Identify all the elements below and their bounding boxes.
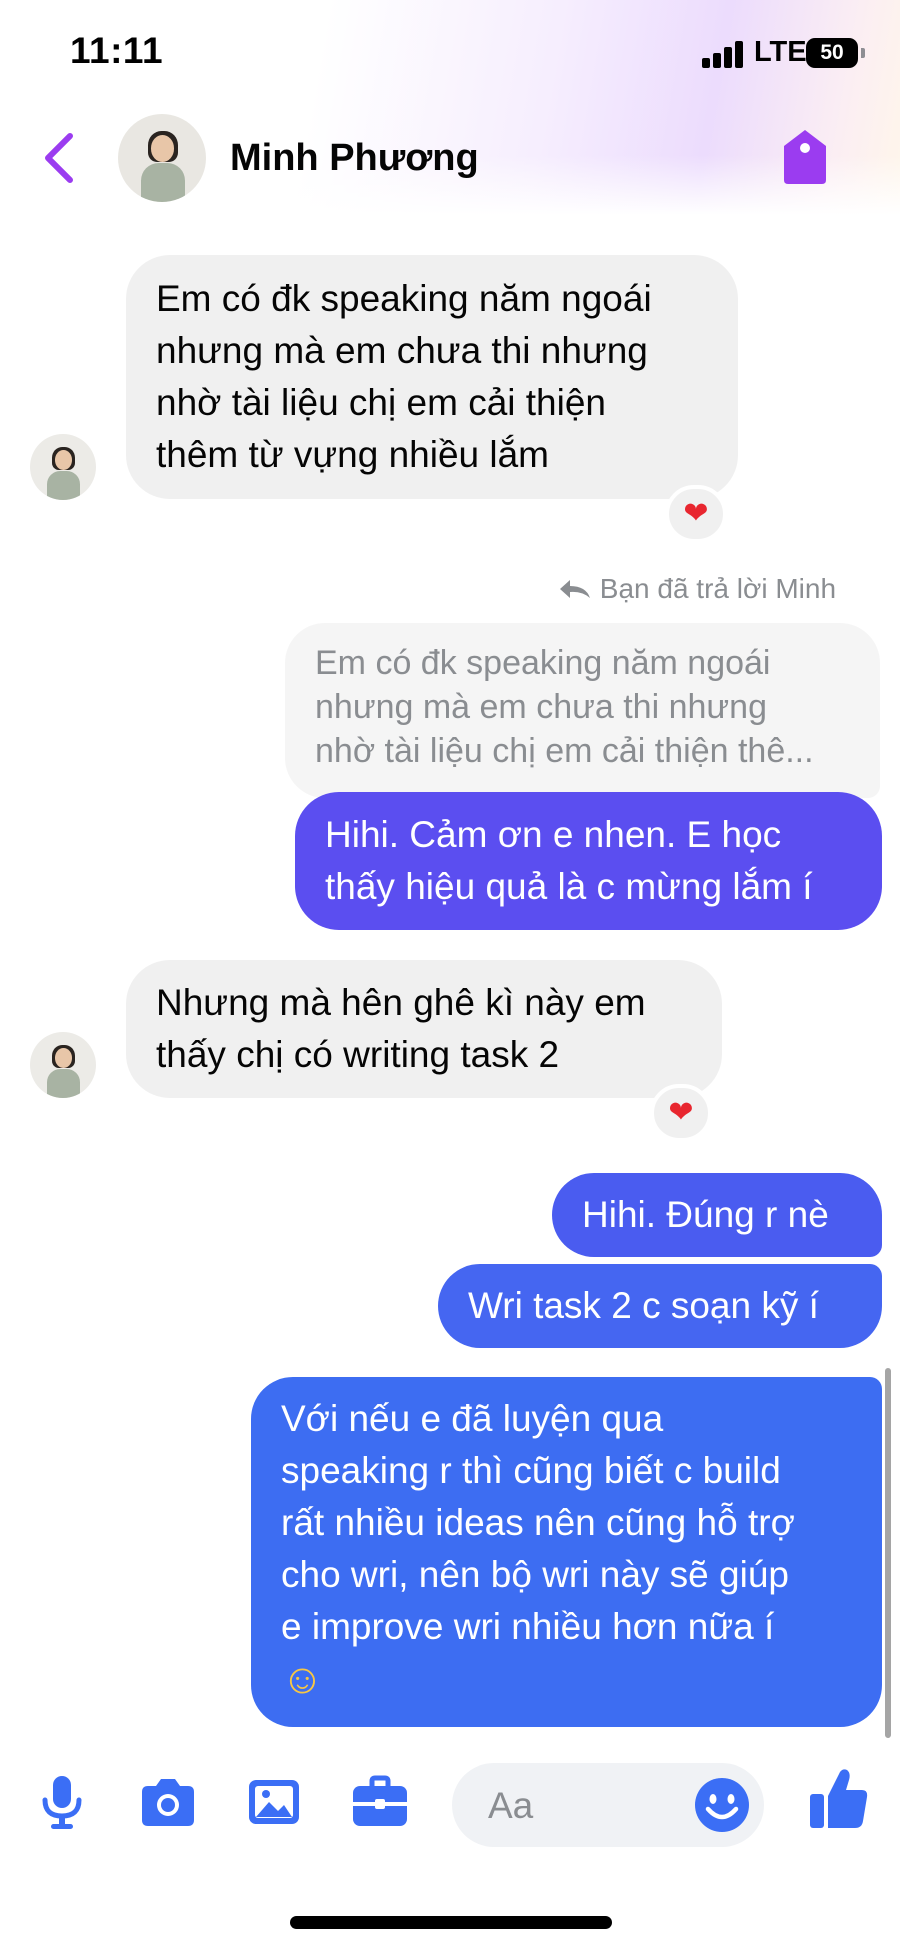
message-line: cho wri, nên bộ wri này sẽ giúp — [281, 1554, 789, 1595]
quoted-line: nhưng mà em chưa thi nhưng — [315, 688, 767, 726]
message-line: thấy hiệu quả là c mừng lắm í — [325, 866, 813, 907]
outgoing-message[interactable]: Wri task 2 c soạn kỹ í — [438, 1264, 882, 1348]
gallery-button[interactable] — [244, 1772, 304, 1832]
quoted-line: Em có đk speaking năm ngoái — [315, 644, 771, 682]
camera-button[interactable] — [138, 1772, 198, 1832]
message-line: thấy chị có writing task 2 — [156, 1034, 560, 1075]
microphone-icon — [42, 1776, 82, 1829]
incoming-message[interactable]: Nhưng mà hên ghê kì này em thấy chị có w… — [126, 960, 722, 1098]
message-line: rất nhiều ideas nên cũng hỗ trợ — [281, 1502, 795, 1543]
outgoing-message[interactable]: Hihi. Đúng r nè — [552, 1173, 882, 1257]
battery-icon: 50 — [806, 38, 865, 68]
sender-avatar[interactable] — [30, 1032, 96, 1098]
message-line: nhờ tài liệu chị em cải thiện — [156, 382, 606, 423]
heart-reaction[interactable]: ❤ — [650, 1084, 712, 1142]
message-line: Hihi. Cảm ơn e nhen. E học — [325, 814, 782, 855]
reply-note-text: Bạn đã trả lời Minh — [599, 573, 837, 604]
camera-icon — [142, 1779, 194, 1826]
message-line: Nhưng mà hên ghê kì này em — [156, 982, 646, 1023]
status-time: 11:11 — [70, 30, 164, 71]
message-line: Với nếu e đã luyện qua — [281, 1398, 664, 1439]
emoji-line: ☺ — [281, 1655, 324, 1702]
back-button[interactable] — [30, 124, 90, 192]
message-line: e improve wri nhiều hơn nữa í — [281, 1606, 775, 1647]
microphone-button[interactable] — [32, 1772, 92, 1832]
signal-icon — [702, 40, 746, 68]
outgoing-message[interactable]: Hihi. Cảm ơn e nhen. E học thấy hiệu quả… — [295, 792, 882, 930]
battery-level: 50 — [820, 41, 844, 64]
network-label: LTE — [754, 36, 807, 68]
message-input[interactable]: Aa — [452, 1763, 764, 1847]
message-line: speaking r thì cũng biết c build — [281, 1450, 781, 1491]
message-input-placeholder: Aa — [488, 1785, 534, 1826]
message-line: Wri task 2 c soạn kỹ í — [468, 1285, 819, 1326]
quoted-line: nhờ tài liệu chị em cải thiện thê... — [315, 732, 814, 770]
incoming-message[interactable]: Em có đk speaking năm ngoái nhưng mà em … — [126, 255, 738, 499]
outgoing-message[interactable]: Với nếu e đã luyện qua speaking r thì cũ… — [251, 1377, 882, 1727]
message-line: thêm từ vựng nhiều lắm — [156, 434, 549, 475]
messenger-chat-screen: 11:11 LTE 50 Minh Phương Em có đk speaki… — [0, 0, 900, 1949]
like-button[interactable] — [808, 1766, 870, 1832]
message-line: nhưng mà em chưa thi nhưng — [156, 330, 648, 371]
message-line: Hihi. Đúng r nè — [582, 1194, 829, 1235]
back-chevron-icon — [45, 133, 73, 183]
quoted-message[interactable]: Em có đk speaking năm ngoái nhưng mà em … — [285, 623, 880, 798]
contact-avatar[interactable] — [118, 114, 206, 202]
heart-reaction[interactable]: ❤ — [665, 485, 727, 543]
emoji-icon — [695, 1778, 749, 1832]
emoji-button[interactable] — [692, 1775, 752, 1835]
reply-note: Bạn đã trả lời Minh — [558, 573, 836, 605]
heart-icon: ❤ — [683, 497, 709, 530]
heart-icon: ❤ — [668, 1096, 694, 1129]
message-line: Em có đk speaking năm ngoái — [156, 278, 652, 319]
thumbs-up-icon — [810, 1769, 868, 1828]
tag-icon — [784, 130, 826, 184]
briefcase-icon — [353, 1775, 407, 1826]
tag-button[interactable] — [778, 128, 832, 186]
home-indicator[interactable] — [290, 1916, 612, 1929]
scrollbar[interactable] — [885, 1368, 891, 1738]
briefcase-button[interactable] — [350, 1772, 410, 1832]
reply-arrow-icon — [560, 580, 590, 598]
sender-avatar[interactable] — [30, 434, 96, 500]
contact-name[interactable]: Minh Phương — [230, 137, 479, 180]
image-icon — [249, 1780, 299, 1824]
